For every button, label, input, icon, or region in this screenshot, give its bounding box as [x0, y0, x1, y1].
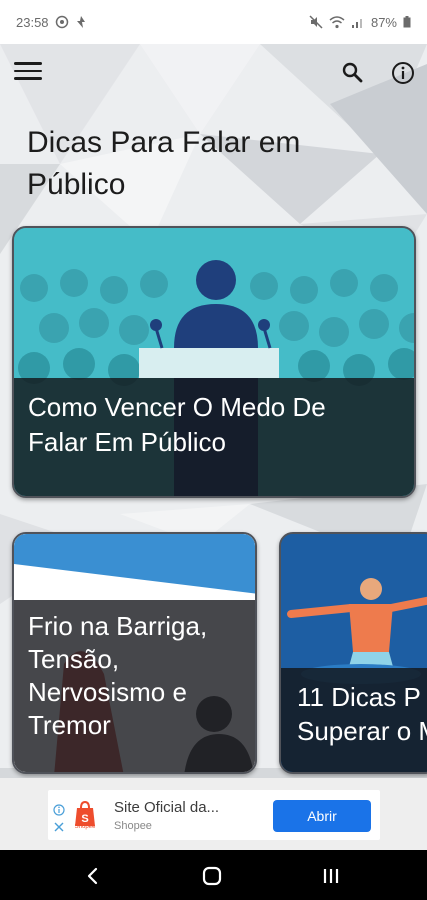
article-card-11-dicas[interactable]: 11 Dicas P Superar o M	[279, 532, 427, 774]
battery-percent: 87%	[370, 14, 397, 30]
battery-icon	[403, 16, 411, 28]
card-title-overlay: Frio na Barriga, Tensão, Nervosismo e Tr…	[14, 600, 255, 772]
card-title-overlay: Como Vencer O Medo De Falar Em Público	[14, 378, 414, 496]
app-bar	[0, 44, 427, 102]
card-title-overlay: 11 Dicas P Superar o M	[281, 668, 427, 772]
system-nav-bar	[0, 850, 427, 900]
ad-title: Site Oficial da...	[114, 799, 220, 816]
card-title-line: Falar Em Público	[28, 427, 226, 457]
article-card-frio-na-barriga[interactable]: Frio na Barriga, Tensão, Nervosismo e Tr…	[12, 532, 257, 774]
card-title-line: Nervosismo e	[28, 677, 187, 707]
notification-icon	[55, 15, 68, 29]
home-icon[interactable]	[199, 863, 225, 889]
back-icon[interactable]	[80, 863, 106, 889]
article-card-medo[interactable]: Como Vencer O Medo De Falar Em Público	[12, 226, 416, 498]
ad-banner[interactable]: S Shopee Site Oficial da... Shopee Abrir	[48, 790, 380, 840]
ad-banner-area: S Shopee Site Oficial da... Shopee Abrir	[0, 778, 427, 850]
signal-icon	[351, 19, 362, 28]
card-title-line: Como Vencer O Medo De	[28, 392, 326, 422]
ad-advertiser: Shopee	[114, 820, 152, 832]
card-title-line: 11 Dicas P	[297, 682, 421, 712]
search-icon[interactable]	[340, 60, 366, 86]
card-title-line: Tensão,	[28, 644, 120, 674]
card-title-line: Tremor	[28, 710, 111, 740]
clock: 23:58	[16, 14, 49, 30]
ad-open-button[interactable]: Abrir	[273, 800, 371, 832]
ad-close-icon[interactable]	[54, 822, 64, 832]
shopee-logo-text: Shopee	[74, 824, 96, 830]
card-title-line: Frio na Barriga,	[28, 611, 208, 641]
page-title: Dicas Para Falar em Público	[27, 126, 301, 201]
status-bar: 23:58 87%	[0, 0, 427, 44]
recents-icon[interactable]	[318, 863, 344, 889]
app-notification-icon	[76, 16, 85, 28]
hamburger-menu-icon[interactable]	[14, 62, 42, 82]
ad-choices-icon[interactable]	[53, 804, 65, 816]
wifi-icon	[329, 16, 345, 29]
shopee-logo-icon: S Shopee	[68, 798, 102, 832]
card-title-line: Superar o M	[297, 716, 427, 746]
mute-icon	[309, 15, 323, 29]
info-icon[interactable]	[390, 60, 416, 86]
